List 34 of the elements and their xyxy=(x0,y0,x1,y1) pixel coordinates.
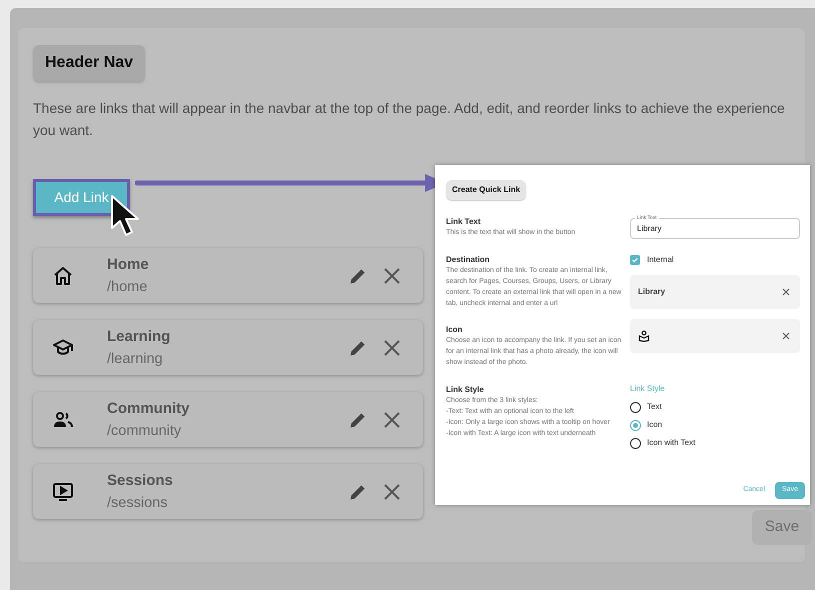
link-title: Sessions xyxy=(107,470,173,490)
close-icon[interactable] xyxy=(383,482,401,500)
cursor-icon xyxy=(111,195,139,236)
link-path: /learning xyxy=(107,350,163,368)
link-path: /community xyxy=(107,422,182,440)
icon-select-field[interactable] xyxy=(630,319,800,353)
field-label: Icon xyxy=(446,324,462,335)
radio-label: Icon xyxy=(647,419,662,431)
close-icon[interactable] xyxy=(782,288,790,296)
radio-label: Text xyxy=(647,401,662,413)
radio-button[interactable] xyxy=(630,438,641,448)
field-label: Link Text xyxy=(446,216,481,227)
close-icon[interactable] xyxy=(383,410,401,428)
field-label: Link Style xyxy=(446,384,484,395)
checkbox-label: Internal xyxy=(647,254,674,266)
link-title: Home xyxy=(107,254,149,274)
link-path: /sessions xyxy=(107,494,168,512)
close-icon[interactable] xyxy=(383,338,401,356)
description-text: These are links that will appear in the navbar at the top of the page. Add, edit, and reorder links to achieve the experience you want. xyxy=(33,99,786,140)
link-path: /home xyxy=(107,278,148,296)
radio-button[interactable] xyxy=(630,420,641,430)
select-field[interactable]: Library xyxy=(630,275,800,309)
radio-group-label: Link Style xyxy=(630,383,665,395)
section-title: Header Nav xyxy=(33,45,146,81)
checkbox[interactable] xyxy=(630,255,640,265)
link-title: Community xyxy=(107,398,190,418)
radio-label: Icon with Text xyxy=(647,437,696,449)
close-icon[interactable] xyxy=(782,332,790,340)
field-label: Destination xyxy=(446,254,490,265)
close-icon[interactable] xyxy=(383,266,401,284)
book-reader-icon xyxy=(638,330,650,342)
radio-button[interactable] xyxy=(630,402,641,412)
link-title: Learning xyxy=(107,326,170,346)
dialog-title: Create Quick Link xyxy=(446,180,526,200)
